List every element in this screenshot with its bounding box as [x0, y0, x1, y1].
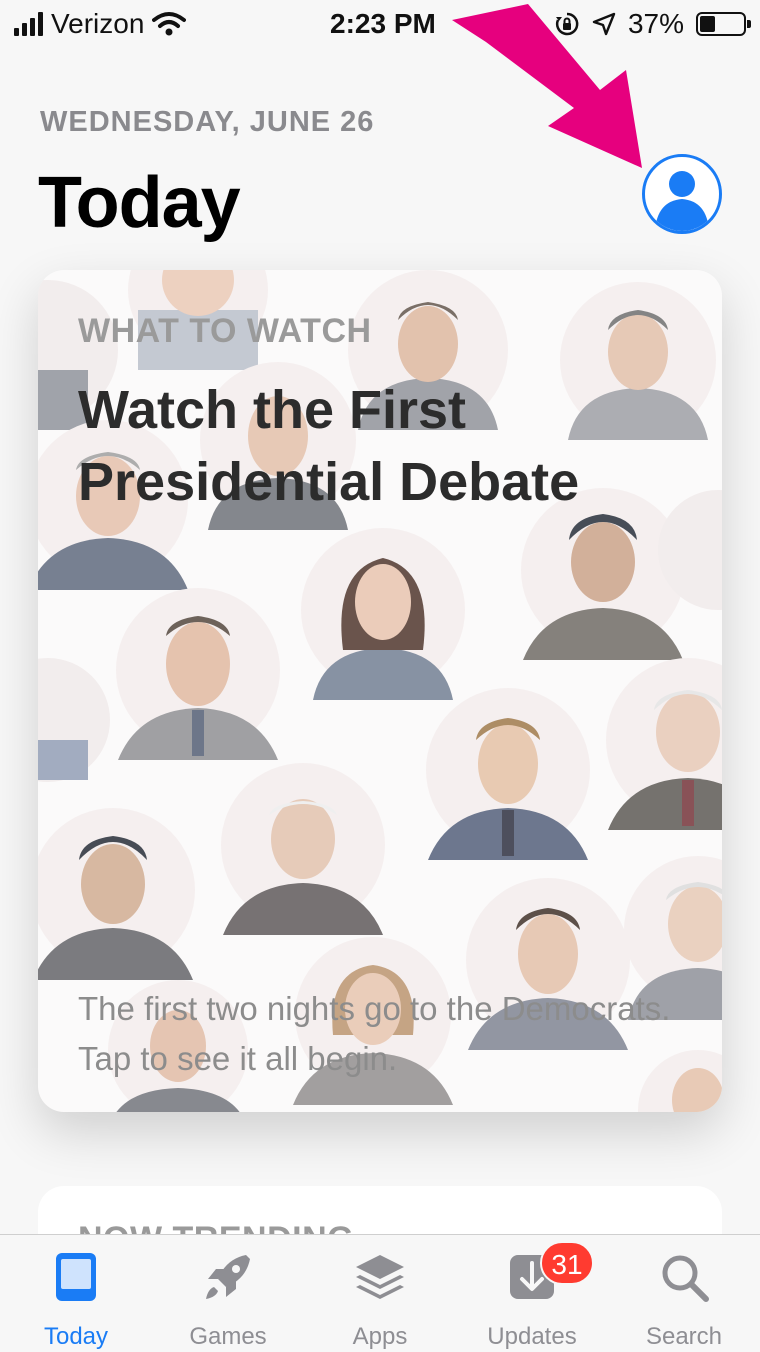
tab-search[interactable]: Search: [608, 1235, 760, 1352]
date-label: WEDNESDAY, JUNE 26: [40, 106, 375, 138]
orientation-lock-icon: [555, 12, 579, 36]
signal-bars-icon: [14, 12, 43, 36]
tab-updates[interactable]: 31 Updates: [456, 1235, 608, 1352]
tab-label: Today: [43, 1323, 109, 1350]
feature-story-card[interactable]: WHAT TO WATCH Watch the First Presidenti…: [38, 270, 722, 1112]
tab-label: Games: [189, 1323, 267, 1350]
tab-today[interactable]: Today: [0, 1235, 152, 1352]
page-title: Today: [38, 163, 241, 243]
battery-fill: [700, 16, 715, 32]
card-eyebrow: WHAT TO WATCH: [78, 312, 372, 350]
status-bar-left: Verizon: [14, 8, 187, 40]
status-bar-right: 37%: [554, 8, 751, 40]
battery-percent: 37%: [627, 8, 684, 39]
card-description: The first two nights go to the Democrats…: [78, 990, 671, 1077]
status-time: 2:23 PM: [330, 8, 436, 39]
tab-apps[interactable]: Apps: [304, 1235, 456, 1352]
tab-label: Search: [645, 1323, 723, 1350]
tab-games[interactable]: Games: [152, 1235, 304, 1352]
tab-label: Updates: [487, 1323, 577, 1350]
rocket-icon: [206, 1255, 250, 1299]
layers-icon: [356, 1255, 404, 1299]
battery-icon: [696, 12, 751, 36]
today-icon: [56, 1253, 96, 1301]
carrier-name: Verizon: [51, 8, 145, 39]
search-icon: [662, 1255, 709, 1302]
tab-label: Apps: [352, 1323, 408, 1350]
location-arrow-icon: [592, 12, 616, 36]
wifi-icon: [152, 12, 187, 36]
tab-bar: Today Games Apps 31 Updates Search: [0, 1234, 760, 1352]
account-button[interactable]: [642, 154, 722, 234]
status-bar: Verizon 2:23 PM 37%: [0, 0, 760, 52]
account-person-icon: [655, 171, 709, 231]
updates-badge: 31: [540, 1241, 594, 1285]
card-title: Watch the First Presidential Debate: [78, 380, 580, 512]
